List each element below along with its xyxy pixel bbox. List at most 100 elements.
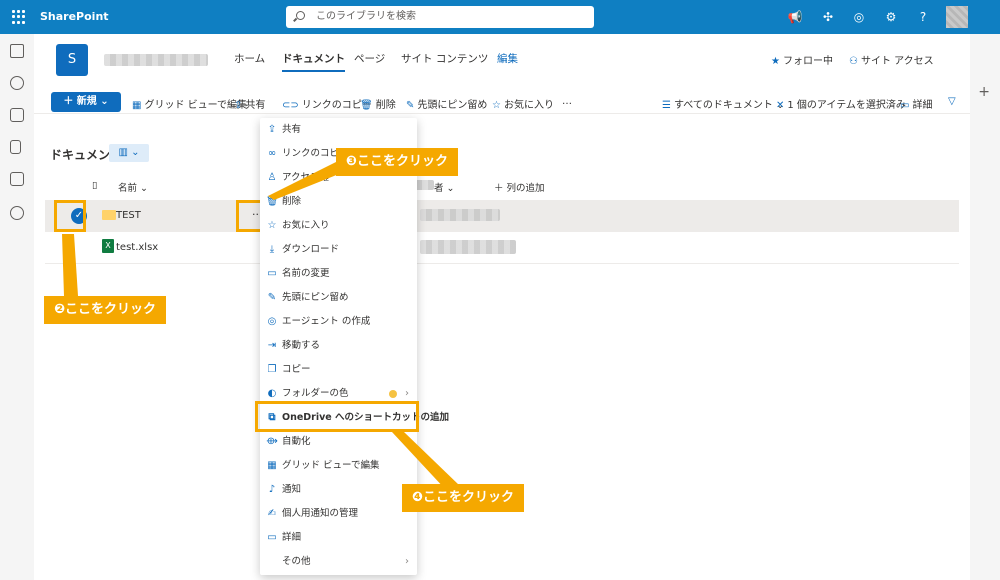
file-name[interactable]: TEST <box>116 210 141 221</box>
menu-item-favorite[interactable]: ☆ お気に入り <box>260 214 417 238</box>
new-button[interactable]: ＋ 新規 ⌄ <box>51 92 121 112</box>
sharepoint-icon[interactable]: ✣ <box>819 8 837 26</box>
menu-item-alert[interactable]: ♪ 通知 <box>260 478 417 502</box>
chevron-right-icon: › <box>405 556 409 567</box>
nav-edit[interactable]: 編集 <box>497 51 518 66</box>
favorite-button[interactable]: ☆ お気に入り <box>492 96 554 111</box>
megaphone-icon[interactable]: 📢 <box>786 8 804 26</box>
table-row[interactable]: ✓ TEST ··· <box>45 200 959 232</box>
menu-item-move[interactable]: ⇥ 移動する <box>260 334 417 358</box>
menu-label: 通知 <box>282 484 302 495</box>
globe-icon[interactable] <box>10 76 24 90</box>
bell-icon: ♪ <box>268 484 276 495</box>
create-icon[interactable] <box>10 206 24 220</box>
menu-label: その他 <box>282 556 311 567</box>
grid-edit-button[interactable]: ▦ グリッド ビューで編集 <box>132 96 247 111</box>
search-input[interactable]: このライブラリを検索 <box>286 6 594 28</box>
rename-icon: ▭ <box>267 268 277 279</box>
modified-by-redacted <box>420 240 516 254</box>
menu-label: エージェント の作成 <box>282 316 371 327</box>
agent-icon: ◎ <box>267 316 277 327</box>
menu-item-copy[interactable]: ❐ コピー <box>260 358 417 382</box>
favorite-label: お気に入り <box>503 100 554 111</box>
delete-button[interactable]: 🗑 削除 <box>360 96 396 111</box>
pin-icon: ✎ <box>406 100 415 111</box>
grid-icon: ▦ <box>267 460 277 471</box>
list-icon[interactable] <box>10 172 24 186</box>
filter-icon[interactable]: ▽ <box>948 96 956 107</box>
person-icon: ♙ <box>267 172 277 183</box>
pin-button[interactable]: ✎ 先頭にピン留め <box>406 96 487 111</box>
plus-icon[interactable]: + <box>978 84 990 100</box>
help-icon[interactable]: ? <box>914 8 932 26</box>
pin-icon: ✎ <box>267 292 277 303</box>
nav-site-contents[interactable]: サイト コンテンツ <box>401 51 488 66</box>
clear-selection[interactable]: ✕ 1 個のアイテムを選択済み <box>776 96 906 111</box>
gear-icon[interactable]: ⚙ <box>882 8 900 26</box>
menu-item-grid-edit[interactable]: ▦ グリッド ビューで編集 <box>260 454 417 478</box>
folder-color-swatch <box>389 390 397 398</box>
menu-label: 名前の変更 <box>282 268 330 279</box>
share-label: 共有 <box>245 100 266 111</box>
site-logo[interactable]: S <box>56 44 88 76</box>
file-icon[interactable] <box>10 140 21 154</box>
menu-item-automate[interactable]: ⟴ 自動化 › <box>260 430 417 454</box>
manage-alerts-icon: ✍ <box>267 508 277 519</box>
site-access-button[interactable]: ⚇ サイト アクセス <box>849 52 934 67</box>
app-name[interactable]: SharePoint <box>40 10 109 23</box>
menu-item-create-agent[interactable]: ◎ エージェント の作成 <box>260 310 417 334</box>
star-icon: ☆ <box>267 220 277 231</box>
app-launcher-icon[interactable] <box>12 10 26 24</box>
suite-header: SharePoint このライブラリを検索 📢 ✣ ◎ ⚙ ? <box>0 0 1000 34</box>
modified-by-header[interactable]: 者 ⌄ <box>434 180 455 194</box>
view-selector[interactable]: ☰ すべてのドキュメント ⌄ <box>662 96 784 111</box>
follow-button[interactable]: ★ フォロー中 <box>771 52 833 67</box>
menu-item-details[interactable]: ▭ 詳細 <box>260 526 417 550</box>
menu-item-rename[interactable]: ▭ 名前の変更 <box>260 262 417 286</box>
menu-label: 共有 <box>282 124 302 135</box>
people-icon: ⚇ <box>849 56 858 67</box>
highlight-checkbox <box>54 200 86 232</box>
menu-item-download[interactable]: ⤓ ダウンロード <box>260 238 417 262</box>
name-column-header[interactable]: 名前 ⌄ <box>118 180 148 194</box>
close-icon: ✕ <box>776 100 785 111</box>
menu-item-more[interactable]: その他 › <box>260 550 417 574</box>
link-icon: ⊂⊃ <box>282 100 299 111</box>
add-column-button[interactable]: ＋ 列の追加 <box>494 180 545 194</box>
share-icon: ⇪ <box>267 124 277 135</box>
search-placeholder: このライブラリを検索 <box>316 11 416 22</box>
table-row[interactable]: X test.xlsx <box>45 232 959 264</box>
menu-label: 移動する <box>282 340 321 351</box>
home-icon[interactable] <box>10 44 24 58</box>
details-button[interactable]: ▭ 詳細 <box>900 96 932 111</box>
menu-label: フォルダーの色 <box>282 388 349 399</box>
nav-pages[interactable]: ページ <box>354 51 385 66</box>
lines-icon: ☰ <box>662 100 671 111</box>
copy-link-button[interactable]: ⊂⊃ リンクのコピー <box>282 96 372 111</box>
trash-icon: 🗑 <box>266 196 279 207</box>
info-icon: ▭ <box>900 100 910 111</box>
avatar[interactable] <box>946 6 968 28</box>
menu-item-share[interactable]: ⇪ 共有 <box>260 118 417 142</box>
modified-by-label: 者 <box>434 183 444 194</box>
left-rail <box>0 34 34 580</box>
star-outline-icon: ☆ <box>492 100 501 111</box>
delete-label: 削除 <box>375 100 396 111</box>
copy-icon: ❐ <box>267 364 277 375</box>
menu-label: お気に入り <box>282 220 330 231</box>
copilot-icon[interactable]: ◎ <box>850 8 868 26</box>
menu-item-pin[interactable]: ✎ 先頭にピン留め <box>260 286 417 310</box>
more-commands-button[interactable]: … <box>562 96 572 107</box>
pin-label: 先頭にピン留め <box>417 100 488 111</box>
menu-label: ダウンロード <box>282 244 340 255</box>
menu-item-delete[interactable]: 🗑 削除 <box>260 190 417 214</box>
callout-step4: ❹ここをクリック <box>402 484 525 512</box>
context-menu: ⇪ 共有 ∞ リンクのコピー ♙ アクセス権 🗑 削除 ☆ お気に入り ⤓ ダウンロード ▭… <box>260 118 449 575</box>
file-name[interactable]: test.xlsx <box>116 242 158 253</box>
nav-home[interactable]: ホーム <box>234 51 265 66</box>
nav-documents[interactable]: ドキュメント <box>282 51 345 72</box>
menu-item-manage-alerts[interactable]: ✍ 個人用通知の管理 <box>260 502 417 526</box>
share-button[interactable]: ⇪ 共有 <box>234 96 265 111</box>
news-icon[interactable] <box>10 108 24 122</box>
view-switcher[interactable]: ▥ ⌄ <box>109 144 149 162</box>
